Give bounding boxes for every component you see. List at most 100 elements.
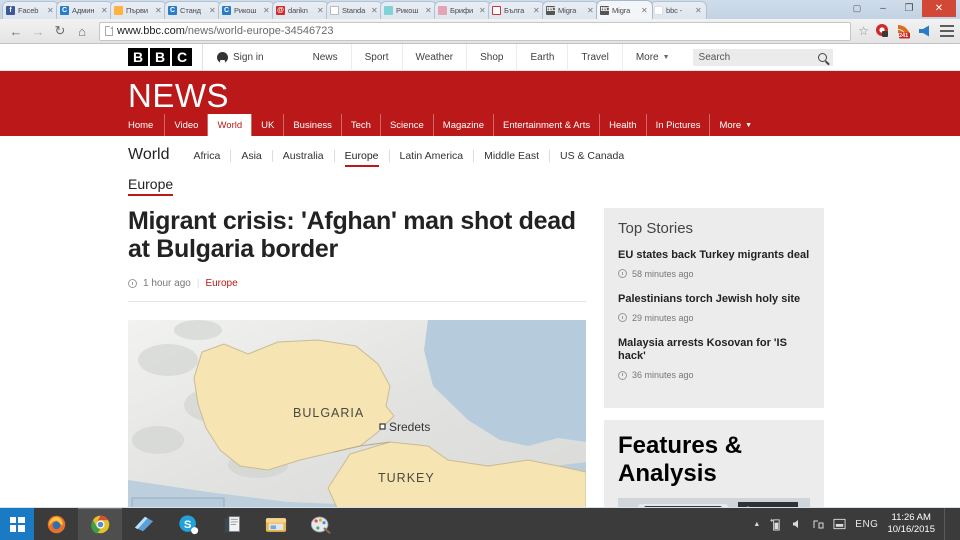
- tab-close-icon[interactable]: ✕: [479, 6, 487, 15]
- story-title[interactable]: Palestinians torch Jewish holy site: [618, 293, 810, 307]
- top-nav-news[interactable]: News: [300, 44, 351, 71]
- features-title: Features & Analysis: [618, 432, 743, 487]
- section-nav-entertainment[interactable]: Entertainment & Arts: [492, 114, 599, 136]
- network-icon[interactable]: [812, 518, 824, 530]
- skype-icon[interactable]: S: [166, 508, 210, 540]
- language-indicator[interactable]: ENG: [855, 519, 878, 530]
- world-nav-us-canada[interactable]: US & Canada: [548, 150, 634, 162]
- search-input[interactable]: Search: [692, 48, 833, 66]
- page-info-icon[interactable]: [105, 26, 113, 36]
- world-nav-latin-america[interactable]: Latin America: [388, 150, 474, 162]
- breadcrumb-europe[interactable]: Europe: [128, 176, 174, 196]
- battery-icon[interactable]: [769, 518, 782, 531]
- tab-close-icon[interactable]: ✕: [209, 6, 217, 15]
- world-nav-europe[interactable]: Europe: [333, 150, 389, 167]
- reload-button[interactable]: ↻: [50, 21, 70, 41]
- tab-close-icon[interactable]: ✕: [425, 6, 433, 15]
- browser-tab[interactable]: Рикош ✕: [380, 1, 437, 19]
- list-item[interactable]: EU states back Turkey migrants deal 58 m…: [618, 249, 810, 279]
- story-title[interactable]: EU states back Turkey migrants deal: [618, 249, 810, 263]
- browser-tab[interactable]: f Faceb ✕: [2, 1, 59, 19]
- tab-close-icon[interactable]: ✕: [155, 6, 163, 15]
- section-nav-uk[interactable]: UK: [251, 114, 283, 136]
- section-nav-world[interactable]: World: [207, 114, 252, 136]
- sign-in-button[interactable]: Sign in: [202, 44, 278, 71]
- story-title[interactable]: Malaysia arrests Kosovan for 'IS hack': [618, 337, 810, 365]
- firefox-icon[interactable]: [34, 508, 78, 540]
- red-circle-extension-icon[interactable]: [875, 23, 891, 39]
- volume-icon[interactable]: [791, 518, 803, 530]
- tab-close-icon[interactable]: ✕: [533, 6, 541, 15]
- section-nav-more[interactable]: More ▼: [709, 114, 761, 136]
- user-profile-button[interactable]: ▢: [844, 0, 870, 17]
- megaphone-extension-icon[interactable]: [917, 23, 933, 39]
- tab-close-icon[interactable]: ✕: [371, 6, 379, 15]
- browser-tab[interactable]: BBC Migra ✕: [542, 1, 599, 19]
- feature-thumbnail[interactable]: [618, 498, 810, 507]
- tab-close-icon[interactable]: ✕: [641, 6, 649, 15]
- rss-feed-extension-icon[interactable]: 241: [896, 23, 912, 39]
- scanner-icon[interactable]: [210, 508, 254, 540]
- section-nav-business[interactable]: Business: [283, 114, 341, 136]
- section-nav-video[interactable]: Video: [164, 114, 207, 136]
- minimize-button[interactable]: –: [870, 0, 896, 17]
- section-nav-magazine[interactable]: Magazine: [432, 114, 493, 136]
- browser-tab[interactable]: @ darikn ✕: [272, 1, 329, 19]
- world-nav-africa[interactable]: Africa: [184, 150, 231, 162]
- world-nav-middle-east[interactable]: Middle East: [473, 150, 549, 162]
- article-map-image: Sredets BULGARIA TURKEY: [128, 320, 586, 507]
- top-nav-sport[interactable]: Sport: [350, 44, 402, 71]
- home-button[interactable]: ⌂: [72, 21, 92, 41]
- article-section-link[interactable]: Europe: [205, 278, 237, 289]
- close-button[interactable]: ✕: [922, 0, 956, 17]
- world-nav-australia[interactable]: Australia: [271, 150, 334, 162]
- maximize-button[interactable]: ❐: [896, 0, 922, 17]
- tab-close-icon[interactable]: ✕: [587, 6, 595, 15]
- list-item[interactable]: Palestinians torch Jewish holy site 29 m…: [618, 293, 810, 323]
- chrome-icon[interactable]: [78, 508, 122, 540]
- browser-tab[interactable]: Standa ✕: [326, 1, 383, 19]
- tab-close-icon[interactable]: ✕: [47, 6, 55, 15]
- back-button[interactable]: ←: [6, 21, 26, 41]
- browser-tab[interactable]: G bbc - ✕: [650, 1, 707, 19]
- top-nav-shop[interactable]: Shop: [466, 44, 516, 71]
- world-nav-asia[interactable]: Asia: [230, 150, 271, 162]
- browser-tab[interactable]: C Станд ✕: [164, 1, 221, 19]
- list-item[interactable]: Malaysia arrests Kosovan for 'IS hack' 3…: [618, 337, 810, 380]
- bbc-logo[interactable]: B B C: [128, 48, 192, 66]
- browser-tab[interactable]: Брифи ✕: [434, 1, 491, 19]
- section-nav-in-pictures[interactable]: In Pictures: [645, 114, 710, 136]
- tab-label: Станд: [180, 6, 201, 15]
- forward-button[interactable]: →: [28, 21, 48, 41]
- tab-close-icon[interactable]: ✕: [101, 6, 109, 15]
- search-icon[interactable]: [817, 52, 827, 62]
- show-desktop-button[interactable]: [944, 508, 950, 540]
- file-explorer-icon[interactable]: [254, 508, 298, 540]
- reader-icon[interactable]: [122, 508, 166, 540]
- tab-close-icon[interactable]: ✕: [317, 6, 325, 15]
- action-center-icon[interactable]: [833, 518, 846, 530]
- windows-start-icon[interactable]: [0, 508, 34, 540]
- clock[interactable]: 11:26 AM 10/16/2015: [887, 512, 935, 536]
- tab-close-icon[interactable]: ✕: [695, 6, 703, 15]
- tray-chevron-up-icon[interactable]: ▲: [753, 521, 760, 528]
- section-nav-home[interactable]: Home: [128, 114, 164, 136]
- section-nav-tech[interactable]: Tech: [340, 114, 380, 136]
- browser-tab[interactable]: C Рикош ✕: [218, 1, 275, 19]
- clock-icon: [618, 269, 627, 279]
- top-nav-earth[interactable]: Earth: [516, 44, 567, 71]
- browser-tab[interactable]: Д Бълга ✕: [488, 1, 545, 19]
- browser-tab[interactable]: Първи ✕: [110, 1, 167, 19]
- browser-tab[interactable]: C Админ ✕: [56, 1, 113, 19]
- bookmark-star-icon[interactable]: ☆: [858, 24, 869, 38]
- section-nav-science[interactable]: Science: [379, 114, 433, 136]
- top-nav-travel[interactable]: Travel: [567, 44, 621, 71]
- browser-tab-active[interactable]: BBC Migra ✕: [596, 0, 653, 19]
- chrome-menu-icon[interactable]: [940, 25, 954, 37]
- top-nav-weather[interactable]: Weather: [401, 44, 467, 71]
- top-nav-more[interactable]: More ▼: [621, 44, 683, 71]
- section-nav-health[interactable]: Health: [599, 114, 645, 136]
- address-bar[interactable]: www.bbc.com/news/world-europe-34546723: [99, 21, 852, 41]
- paint-icon[interactable]: [298, 508, 342, 540]
- tab-close-icon[interactable]: ✕: [263, 6, 271, 15]
